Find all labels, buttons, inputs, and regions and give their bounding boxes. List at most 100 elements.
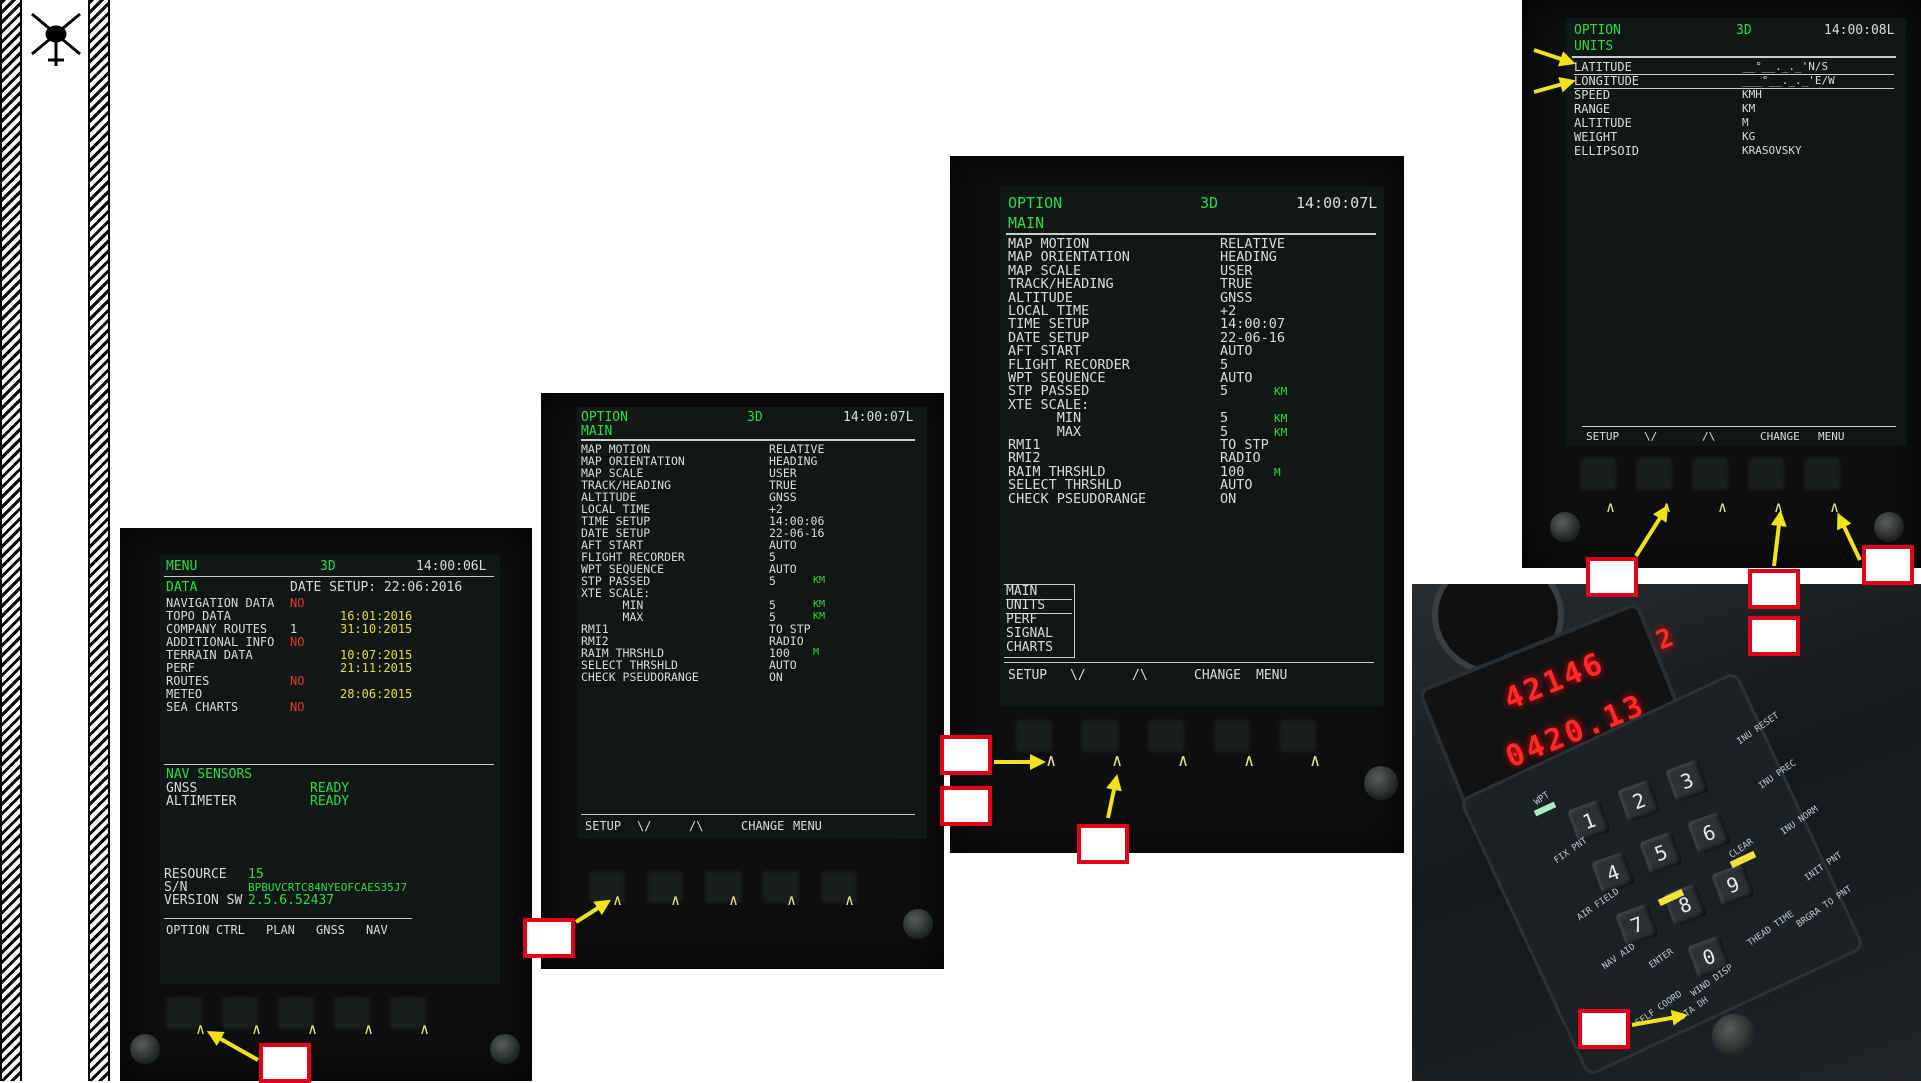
list-item-label[interactable]: RANGE: [1574, 102, 1610, 116]
contrast-knob[interactable]: [490, 1034, 520, 1064]
caret-up-icon: ∧: [196, 1020, 206, 1038]
softkey-1[interactable]: \/: [637, 819, 651, 833]
list-item-label[interactable]: WEIGHT: [1574, 130, 1617, 144]
list-item-value: M: [1742, 116, 1749, 129]
bezel-button-5[interactable]: [1802, 456, 1842, 492]
header-divider: [1572, 56, 1896, 58]
softkey-4[interactable]: MENU: [793, 819, 822, 833]
highlight-box: [940, 786, 992, 826]
bezel-button-4[interactable]: [1746, 456, 1786, 492]
contrast-knob[interactable]: [903, 909, 933, 939]
list-item-unit: KM: [813, 575, 826, 586]
list-item-date: 31:10:2015: [340, 622, 413, 636]
nav-keypad-photo: 42146 2 0420.13 1 2 3 4 5 6 7 8 9 0 WPT …: [1412, 584, 1921, 1081]
page-title: OPTION: [581, 410, 628, 425]
date-setup: DATE SETUP: 22:06:2016: [290, 580, 463, 595]
softkey-4[interactable]: NAV: [366, 923, 388, 937]
softkey-4[interactable]: MENU: [1818, 430, 1845, 443]
list-item-label: NAVIGATION DATA: [166, 596, 275, 610]
clock: 14:00:07L: [843, 410, 914, 425]
bezel-button-4[interactable]: [1212, 718, 1252, 754]
highlight-box: [523, 918, 575, 958]
display-line-1-suffix: 2: [1652, 621, 1681, 657]
softkey-2[interactable]: /\: [1702, 430, 1715, 443]
mode-selector-knob[interactable]: [1712, 1014, 1756, 1058]
resource-value: 15: [248, 867, 264, 882]
bezel-button-2[interactable]: [1634, 456, 1674, 492]
list-item-label: ADDITIONAL INFO: [166, 635, 275, 649]
submenu-item-charts[interactable]: CHARTS: [1006, 641, 1053, 655]
list-item-date: 28:06:2015: [340, 687, 413, 701]
softkey-1[interactable]: \/: [1644, 430, 1657, 443]
list-item-value: KG: [1742, 130, 1756, 143]
caret-up-icon: ∧: [1774, 498, 1784, 516]
status-badge: NO: [290, 674, 305, 688]
brightness-knob[interactable]: [1550, 512, 1580, 542]
list-item-unit: KM: [1274, 412, 1288, 426]
mfd-screen: OPTION 3D 14:00:07L MAIN MAP MOTION RELAT…: [577, 407, 927, 839]
caret-up-icon: ∧: [613, 891, 623, 909]
bezel-button-1[interactable]: [1578, 456, 1618, 492]
list-item-label[interactable]: LONGITUDE: [1574, 74, 1894, 89]
list-item-count: 1: [290, 622, 298, 636]
softkey-3[interactable]: CHANGE: [741, 819, 784, 833]
section-title: UNITS: [1574, 39, 1614, 54]
softkey-0[interactable]: OPTION: [166, 923, 209, 937]
softkey-2[interactable]: /\: [1132, 668, 1148, 683]
list-item-label[interactable]: ELLIPSOID: [1574, 144, 1639, 158]
list-item-label[interactable]: LATITUDE: [1574, 60, 1894, 75]
softkey-4[interactable]: MENU: [1256, 668, 1287, 683]
list-item-date: 16:01:2016: [340, 609, 413, 623]
page-title: MENU: [166, 559, 198, 574]
caret-up-icon: ∧: [1178, 751, 1189, 771]
display-panel-option: OPTION 3D 14:00:07L MAIN MAP MOTION RELAT…: [541, 393, 944, 969]
list-item-label[interactable]: ALTITUDE: [1574, 116, 1632, 130]
display-panel-menu: MENU 3D 14:00:06L DATA DATE SETUP: 22:06…: [120, 528, 532, 1081]
mode-indicator: 3D: [1200, 194, 1219, 212]
caret-up-icon: ∧: [1046, 751, 1057, 771]
softkey-1[interactable]: \/: [1070, 668, 1086, 683]
caret-up-icon: ∧: [671, 891, 681, 909]
contrast-knob[interactable]: [1874, 512, 1904, 542]
mode-indicator: 3D: [1736, 23, 1752, 38]
bezel-button-3[interactable]: [1146, 718, 1186, 754]
list-item-unit: KM: [813, 611, 826, 622]
list-item-unit: KM: [1274, 385, 1288, 399]
section-title: MAIN: [581, 424, 613, 439]
status-badge: NO: [290, 596, 305, 610]
caret-up-icon: ∧: [308, 1020, 318, 1038]
bezel-button-2[interactable]: [1080, 718, 1120, 754]
left-hatch-border: [0, 0, 22, 1081]
softkey-3[interactable]: GNSS: [316, 923, 345, 937]
page-title: OPTION: [1008, 194, 1063, 212]
softkey-0[interactable]: SETUP: [1008, 668, 1047, 683]
list-item-label[interactable]: CHECK PSEUDORANGE: [581, 671, 699, 683]
submenu-item-perf[interactable]: PERF: [1006, 613, 1037, 627]
bezel-button-5[interactable]: [1278, 718, 1318, 754]
softkey-1[interactable]: CTRL: [216, 923, 245, 937]
softkey-2[interactable]: /\: [689, 819, 703, 833]
section-title: MAIN: [1008, 214, 1045, 232]
bezel-button-3[interactable]: [1690, 456, 1730, 492]
list-item-label[interactable]: SPEED: [1574, 88, 1610, 102]
softkey-3[interactable]: CHANGE: [1760, 430, 1800, 443]
softkey-0[interactable]: SETUP: [585, 819, 621, 833]
list-item-value: KM: [1742, 102, 1756, 115]
softkey-2[interactable]: PLAN: [266, 923, 295, 937]
contrast-knob[interactable]: [1364, 766, 1398, 800]
submenu-item-signal[interactable]: SIGNAL: [1006, 627, 1053, 641]
display-panel-option-submenu: OPTION 3D 14:00:07L MAIN MAIN UNITS PERF SI…: [950, 156, 1404, 853]
softkey-3[interactable]: CHANGE: [1194, 668, 1241, 683]
list-item-unit: M: [1274, 465, 1281, 479]
divider: [164, 764, 494, 765]
section-title: DATA: [166, 580, 198, 595]
list-item-label: COMPANY ROUTES: [166, 622, 268, 636]
status-badge: NO: [290, 635, 305, 649]
softkey-0[interactable]: SETUP: [1586, 430, 1619, 443]
list-item-label[interactable]: CHECK PSEUDORANGE: [1008, 492, 1146, 506]
bezel-button-1[interactable]: [1014, 718, 1054, 754]
brightness-knob[interactable]: [130, 1034, 160, 1064]
caret-up-icon: ∧: [787, 891, 797, 909]
list-item: ALTIMETER: [166, 794, 237, 809]
list-item-value: 5: [769, 574, 776, 588]
